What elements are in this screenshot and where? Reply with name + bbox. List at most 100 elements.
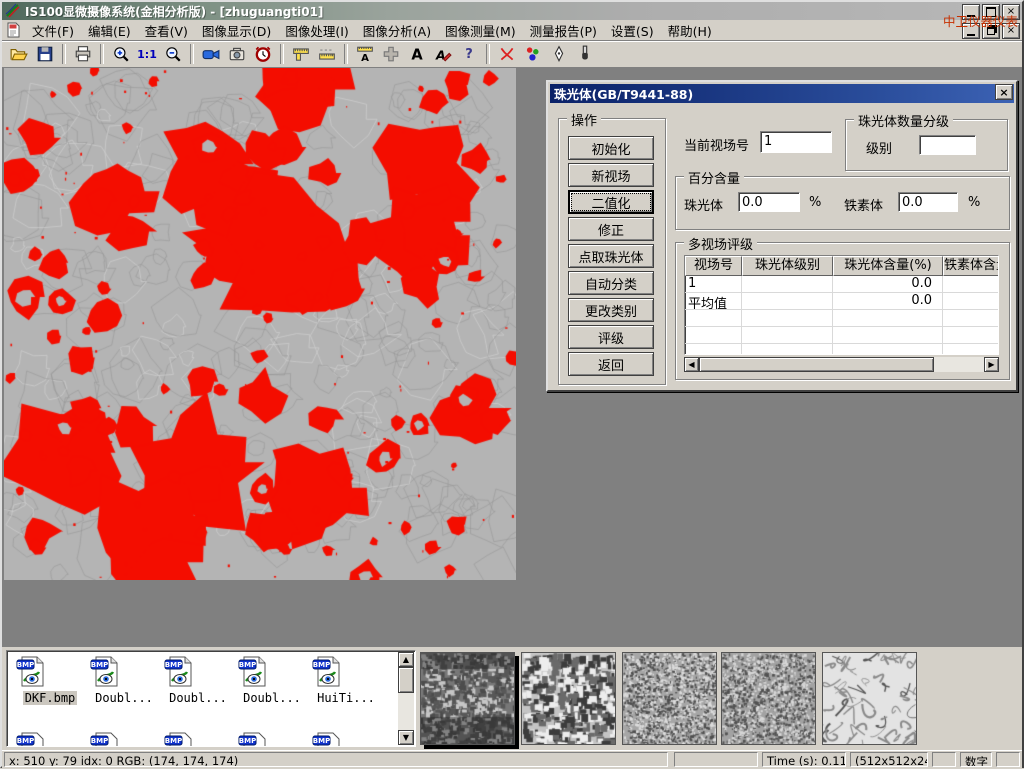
- dialog-close-icon[interactable]: ×: [995, 84, 1013, 100]
- print-icon[interactable]: [70, 42, 96, 66]
- file-item[interactable]: BMP Doubl...: [89, 655, 159, 706]
- grade-button[interactable]: 评级: [568, 325, 654, 349]
- status-panel-empty: [674, 752, 758, 767]
- thumbnail-5[interactable]: [822, 652, 917, 745]
- file-item[interactable]: BMP: [15, 731, 85, 747]
- menu-file[interactable]: 文件(F): [25, 19, 81, 42]
- svg-text:BMP: BMP: [313, 661, 330, 669]
- zoom-in-icon[interactable]: [108, 42, 134, 66]
- file-item[interactable]: BMP DKF.bmp: [15, 655, 85, 706]
- grade-input[interactable]: [919, 135, 976, 155]
- thumbnail-1[interactable]: [420, 652, 515, 745]
- rating-table[interactable]: 视场号 珠光体级别 珠光体含量(%) 铁素体含量(%) 10.0 平均值0.0: [684, 255, 999, 355]
- pearlite-percent-input[interactable]: 0.0: [738, 192, 800, 212]
- zoom-out-icon[interactable]: [160, 42, 186, 66]
- toolbar-separator: [62, 44, 66, 64]
- binarize-button[interactable]: 二值化: [568, 190, 654, 214]
- init-button[interactable]: 初始化: [568, 136, 654, 160]
- file-item[interactable]: BMP Doubl...: [237, 655, 307, 706]
- app-icon[interactable]: [5, 3, 21, 19]
- menu-view[interactable]: 查看(V): [138, 19, 195, 42]
- scroll-left-icon[interactable]: ◀: [684, 357, 699, 372]
- calibration-curve-icon[interactable]: [494, 42, 520, 66]
- annotate-icon[interactable]: A: [430, 42, 456, 66]
- table-row[interactable]: [685, 344, 998, 355]
- menu-image-measure[interactable]: 图像测量(M): [438, 19, 523, 42]
- help-icon[interactable]: ?: [456, 42, 482, 66]
- col-pearlite-grade: 珠光体级别: [742, 256, 833, 276]
- table-horizontal-scrollbar[interactable]: ◀ ▶: [684, 357, 999, 372]
- scrollbar-thumb[interactable]: [398, 667, 414, 693]
- file-item[interactable]: BMP: [311, 731, 381, 747]
- caliper-icon[interactable]: [288, 42, 314, 66]
- current-field-input[interactable]: 1: [760, 131, 832, 153]
- svg-text:BMP: BMP: [313, 737, 330, 745]
- title-bar[interactable]: IS100显微摄像系统(金相分析版) - [zhuguangti01] ×: [2, 2, 1022, 20]
- svg-text:BMP: BMP: [165, 661, 182, 669]
- menu-image-analysis[interactable]: 图像分析(A): [356, 19, 438, 42]
- measure-text-icon[interactable]: A: [352, 42, 378, 66]
- pen-icon[interactable]: [546, 42, 572, 66]
- file-item[interactable]: BMP HuiTi...: [311, 655, 381, 706]
- thumbnail-3[interactable]: [622, 652, 717, 745]
- brush-icon[interactable]: [572, 42, 598, 66]
- table-row[interactable]: [685, 310, 998, 327]
- pick-pearlite-button[interactable]: 点取珠光体: [568, 244, 654, 268]
- scroll-up-icon[interactable]: ▲: [398, 652, 414, 667]
- toolbar: 1:1 A A A ?: [2, 41, 1022, 68]
- file-item[interactable]: BMP Doubl...: [163, 655, 233, 706]
- thumbnail-2[interactable]: [521, 652, 616, 745]
- document-icon[interactable]: [5, 22, 21, 38]
- menu-edit[interactable]: 编辑(E): [81, 19, 138, 42]
- ruler-icon[interactable]: [314, 42, 340, 66]
- menu-measure-report[interactable]: 测量报告(P): [523, 19, 604, 42]
- correct-button[interactable]: 修正: [568, 217, 654, 241]
- menu-image-process[interactable]: 图像处理(I): [278, 19, 355, 42]
- timer-clock-icon[interactable]: [250, 42, 276, 66]
- text-label-icon[interactable]: A: [404, 42, 430, 66]
- file-name[interactable]: DKF.bmp: [23, 691, 78, 705]
- vendor-watermark: 中卫仪器仪表: [943, 11, 1018, 30]
- file-vertical-scrollbar[interactable]: ▲ ▼: [398, 652, 414, 745]
- video-camera-icon[interactable]: [198, 42, 224, 66]
- thumbnail-4[interactable]: [721, 652, 816, 745]
- menu-help[interactable]: 帮助(H): [661, 19, 719, 42]
- table-row[interactable]: 平均值0.0: [685, 293, 998, 310]
- toolbar-separator: [100, 44, 104, 64]
- actual-size-icon[interactable]: 1:1: [134, 42, 160, 66]
- menu-settings[interactable]: 设置(S): [604, 19, 661, 42]
- capture-camera-icon[interactable]: [224, 42, 250, 66]
- svg-text:A: A: [411, 47, 423, 63]
- save-icon[interactable]: [32, 42, 58, 66]
- scrollbar-thumb[interactable]: [699, 357, 934, 372]
- menu-bar: 文件(F) 编辑(E) 查看(V) 图像显示(D) 图像处理(I) 图像分析(A…: [2, 20, 1022, 41]
- table-header: 视场号 珠光体级别 珠光体含量(%) 铁素体含量(%): [685, 256, 998, 276]
- table-row[interactable]: [685, 327, 998, 344]
- file-name[interactable]: HuiTi...: [315, 691, 377, 705]
- scroll-right-icon[interactable]: ▶: [984, 357, 999, 372]
- file-item[interactable]: BMP: [237, 731, 307, 747]
- col-field: 视场号: [685, 256, 742, 276]
- status-coordinates: x: 510 y: 79 idx: 0 RGB: (174, 174, 174): [4, 752, 668, 767]
- dialog-title-bar[interactable]: 珠光体(GB/T9441-88): [550, 84, 1014, 103]
- auto-classify-button[interactable]: 自动分类: [568, 271, 654, 295]
- pearlite-label: 珠光体: [684, 195, 723, 214]
- ferrite-percent-input[interactable]: 0.0: [898, 192, 958, 212]
- menu-image-display[interactable]: 图像显示(D): [195, 19, 278, 42]
- file-item[interactable]: BMP: [89, 731, 159, 747]
- file-name[interactable]: Doubl...: [167, 691, 229, 705]
- scroll-down-icon[interactable]: ▼: [398, 730, 414, 745]
- file-name[interactable]: Doubl...: [93, 691, 155, 705]
- micrograph-image[interactable]: [4, 68, 516, 580]
- open-icon[interactable]: [6, 42, 32, 66]
- return-button[interactable]: 返回: [568, 352, 654, 376]
- grade-label: 级别: [866, 138, 892, 157]
- classify-balls-icon[interactable]: [520, 42, 546, 66]
- new-field-button[interactable]: 新视场: [568, 163, 654, 187]
- bmp-file-icon: BMP: [89, 731, 121, 747]
- table-row[interactable]: 10.0: [685, 276, 998, 293]
- grid-cross-icon[interactable]: [378, 42, 404, 66]
- file-item[interactable]: BMP: [163, 731, 233, 747]
- file-name[interactable]: Doubl...: [241, 691, 303, 705]
- change-class-button[interactable]: 更改类别: [568, 298, 654, 322]
